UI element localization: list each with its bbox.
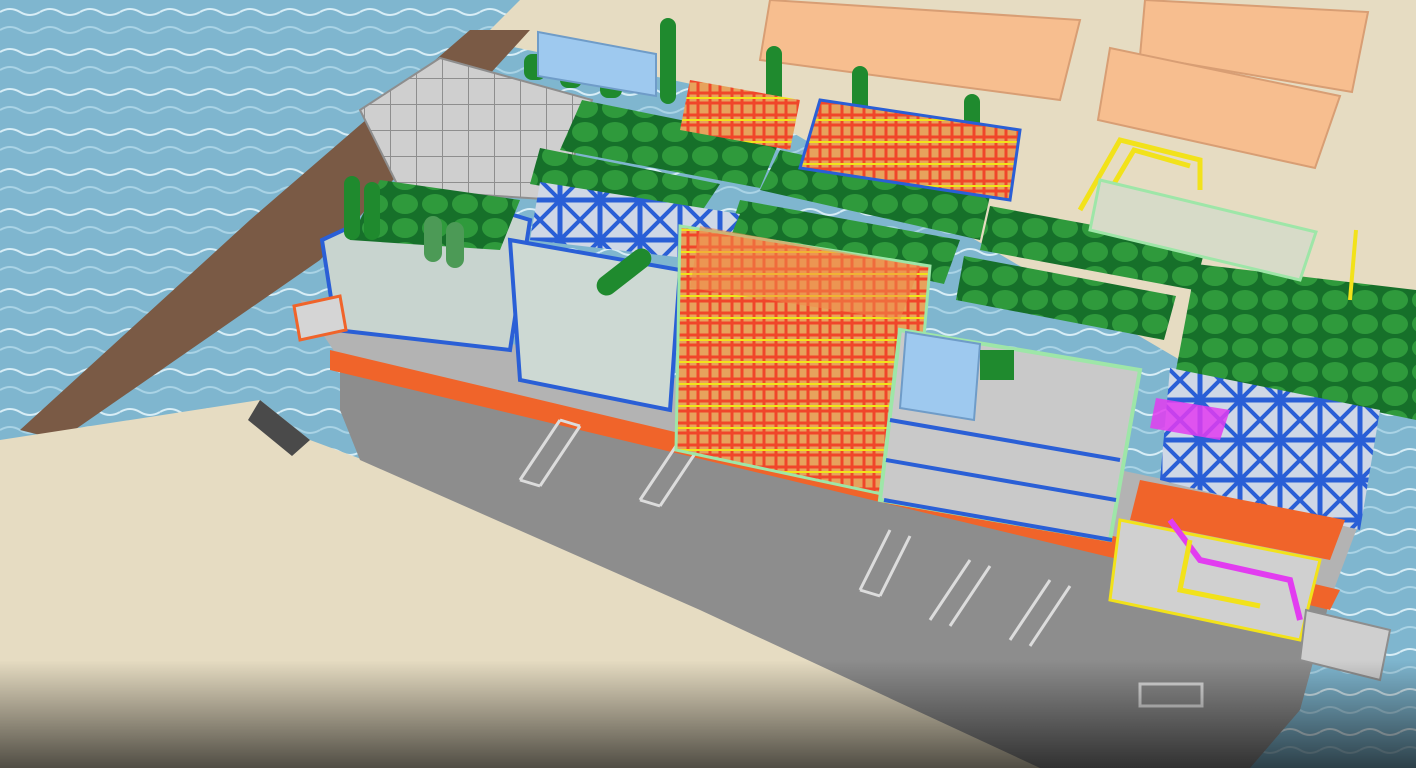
left-tower-vessel-3 xyxy=(424,216,442,262)
left-tower-vessel-2 xyxy=(364,182,380,240)
green-box xyxy=(980,350,1014,380)
left-tower-vessel-1 xyxy=(344,176,360,240)
caption xyxy=(0,698,1416,768)
module-mid-left xyxy=(507,237,683,413)
light-blue-block-mid xyxy=(898,330,982,422)
vessel-scene xyxy=(0,0,1416,768)
left-tower-vessel-4 xyxy=(446,222,464,268)
